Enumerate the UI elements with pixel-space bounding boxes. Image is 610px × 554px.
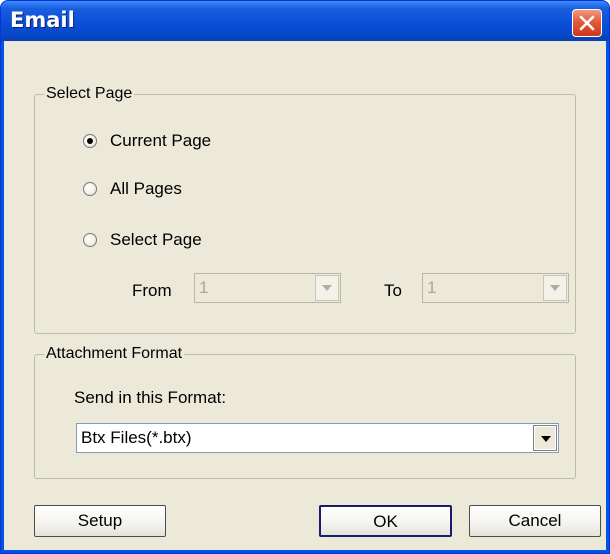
close-icon <box>579 15 595 31</box>
dialog-title: Email <box>10 8 75 32</box>
send-format-prompt: Send in this Format: <box>74 388 227 407</box>
radio-all-pages[interactable] <box>83 182 97 196</box>
radio-select-page-label[interactable]: Select Page <box>110 230 202 250</box>
radio-selected-dot <box>87 138 93 144</box>
ok-button[interactable]: OK <box>319 505 452 537</box>
attachment-format-select[interactable]: Btx Files(*.btx) <box>76 423 559 453</box>
from-page-value: 1 <box>199 278 209 297</box>
chevron-down-icon <box>550 285 560 291</box>
email-dialog: Email Select Page Current Page All Pages… <box>0 0 610 554</box>
radio-select-page[interactable] <box>83 233 97 247</box>
attachment-format-group: Attachment Format <box>34 345 576 479</box>
close-button[interactable] <box>572 9 602 37</box>
title-bar[interactable]: Email <box>1 1 609 41</box>
radio-current-page-label[interactable]: Current Page <box>110 131 211 151</box>
to-label: To <box>384 281 402 300</box>
from-label: From <box>132 281 172 300</box>
radio-all-pages-label[interactable]: All Pages <box>110 179 182 199</box>
radio-current-page[interactable] <box>83 134 97 148</box>
to-page-combo[interactable]: 1 <box>422 273 569 303</box>
setup-button[interactable]: Setup <box>34 505 166 537</box>
attachment-format-value: Btx Files(*.btx) <box>81 428 192 447</box>
to-dropdown-button[interactable] <box>543 275 567 301</box>
from-page-combo[interactable]: 1 <box>194 273 341 303</box>
cancel-button[interactable]: Cancel <box>469 505 601 537</box>
format-dropdown-button[interactable] <box>533 425 557 451</box>
chevron-down-icon <box>322 285 332 291</box>
chevron-down-icon <box>541 436 551 442</box>
attachment-format-legend: Attachment Format <box>44 345 185 363</box>
to-page-value: 1 <box>427 278 437 297</box>
select-page-legend: Select Page <box>44 85 135 103</box>
from-dropdown-button[interactable] <box>315 275 339 301</box>
dialog-body: Select Page Current Page All Pages Selec… <box>4 41 606 550</box>
